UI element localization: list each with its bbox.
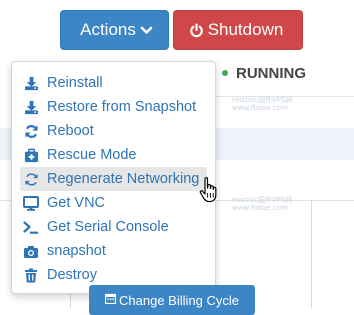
medkit-icon	[23, 147, 39, 163]
download-icon	[23, 75, 39, 91]
actions-label: Actions	[80, 20, 136, 39]
billing-label: Change Billing Cycle	[119, 293, 239, 308]
menu-item-snapshot[interactable]: snapshot	[20, 239, 207, 263]
power-icon	[189, 22, 204, 38]
menu-item-restore-from-snapshot[interactable]: Restore from Snapshot	[20, 95, 207, 119]
change-billing-cycle-button[interactable]: Change Billing Cycle	[89, 285, 255, 315]
camera-icon	[23, 243, 39, 259]
menu-item-label: snapshot	[47, 243, 106, 259]
menu-item-label: Get VNC	[47, 195, 106, 211]
menu-item-rescue-mode[interactable]: Rescue Mode	[20, 143, 207, 167]
menu-item-label: Regenerate Networking	[47, 171, 200, 187]
download-icon	[23, 99, 39, 115]
exchange-icon	[23, 171, 39, 187]
actions-dropdown-menu: Reinstall Restore from Snapshot Reboot R…	[11, 61, 216, 294]
menu-item-get-vnc[interactable]: Get VNC	[20, 191, 207, 215]
server-status: RUNNING	[222, 63, 306, 83]
menu-item-regenerate-networking[interactable]: Regenerate Networking	[20, 167, 207, 191]
menu-item-label: Get Serial Console	[47, 219, 169, 235]
menu-item-label: Reboot	[47, 123, 94, 139]
refresh-icon	[23, 123, 39, 139]
menu-item-label: Reinstall	[47, 75, 103, 91]
menu-item-reboot[interactable]: Reboot	[20, 119, 207, 143]
trash-icon	[23, 267, 39, 283]
menu-item-reinstall[interactable]: Reinstall	[20, 71, 207, 95]
calendar-icon	[105, 293, 117, 304]
menu-item-get-serial-console[interactable]: Get Serial Console	[20, 215, 207, 239]
chevron-down-icon	[140, 24, 153, 37]
shutdown-label: Shutdown	[207, 20, 284, 39]
watermark: Hostloc国外VPS网 www.fbdae.com	[232, 96, 293, 112]
menu-item-destroy[interactable]: Destroy	[20, 263, 207, 287]
status-dot	[222, 70, 228, 76]
monitor-icon	[23, 195, 39, 211]
hand-pointer-cursor	[198, 176, 222, 204]
status-label: RUNNING	[236, 64, 306, 82]
terminal-icon	[23, 219, 39, 235]
menu-item-label: Destroy	[47, 267, 97, 283]
menu-item-label: Restore from Snapshot	[47, 99, 197, 115]
menu-item-label: Rescue Mode	[47, 147, 137, 163]
watermark: Hostloc国外VPS网 www.fbdae.com	[232, 196, 293, 212]
actions-dropdown-button[interactable]: Actions	[60, 10, 169, 50]
shutdown-button[interactable]: Shutdown	[173, 10, 303, 50]
